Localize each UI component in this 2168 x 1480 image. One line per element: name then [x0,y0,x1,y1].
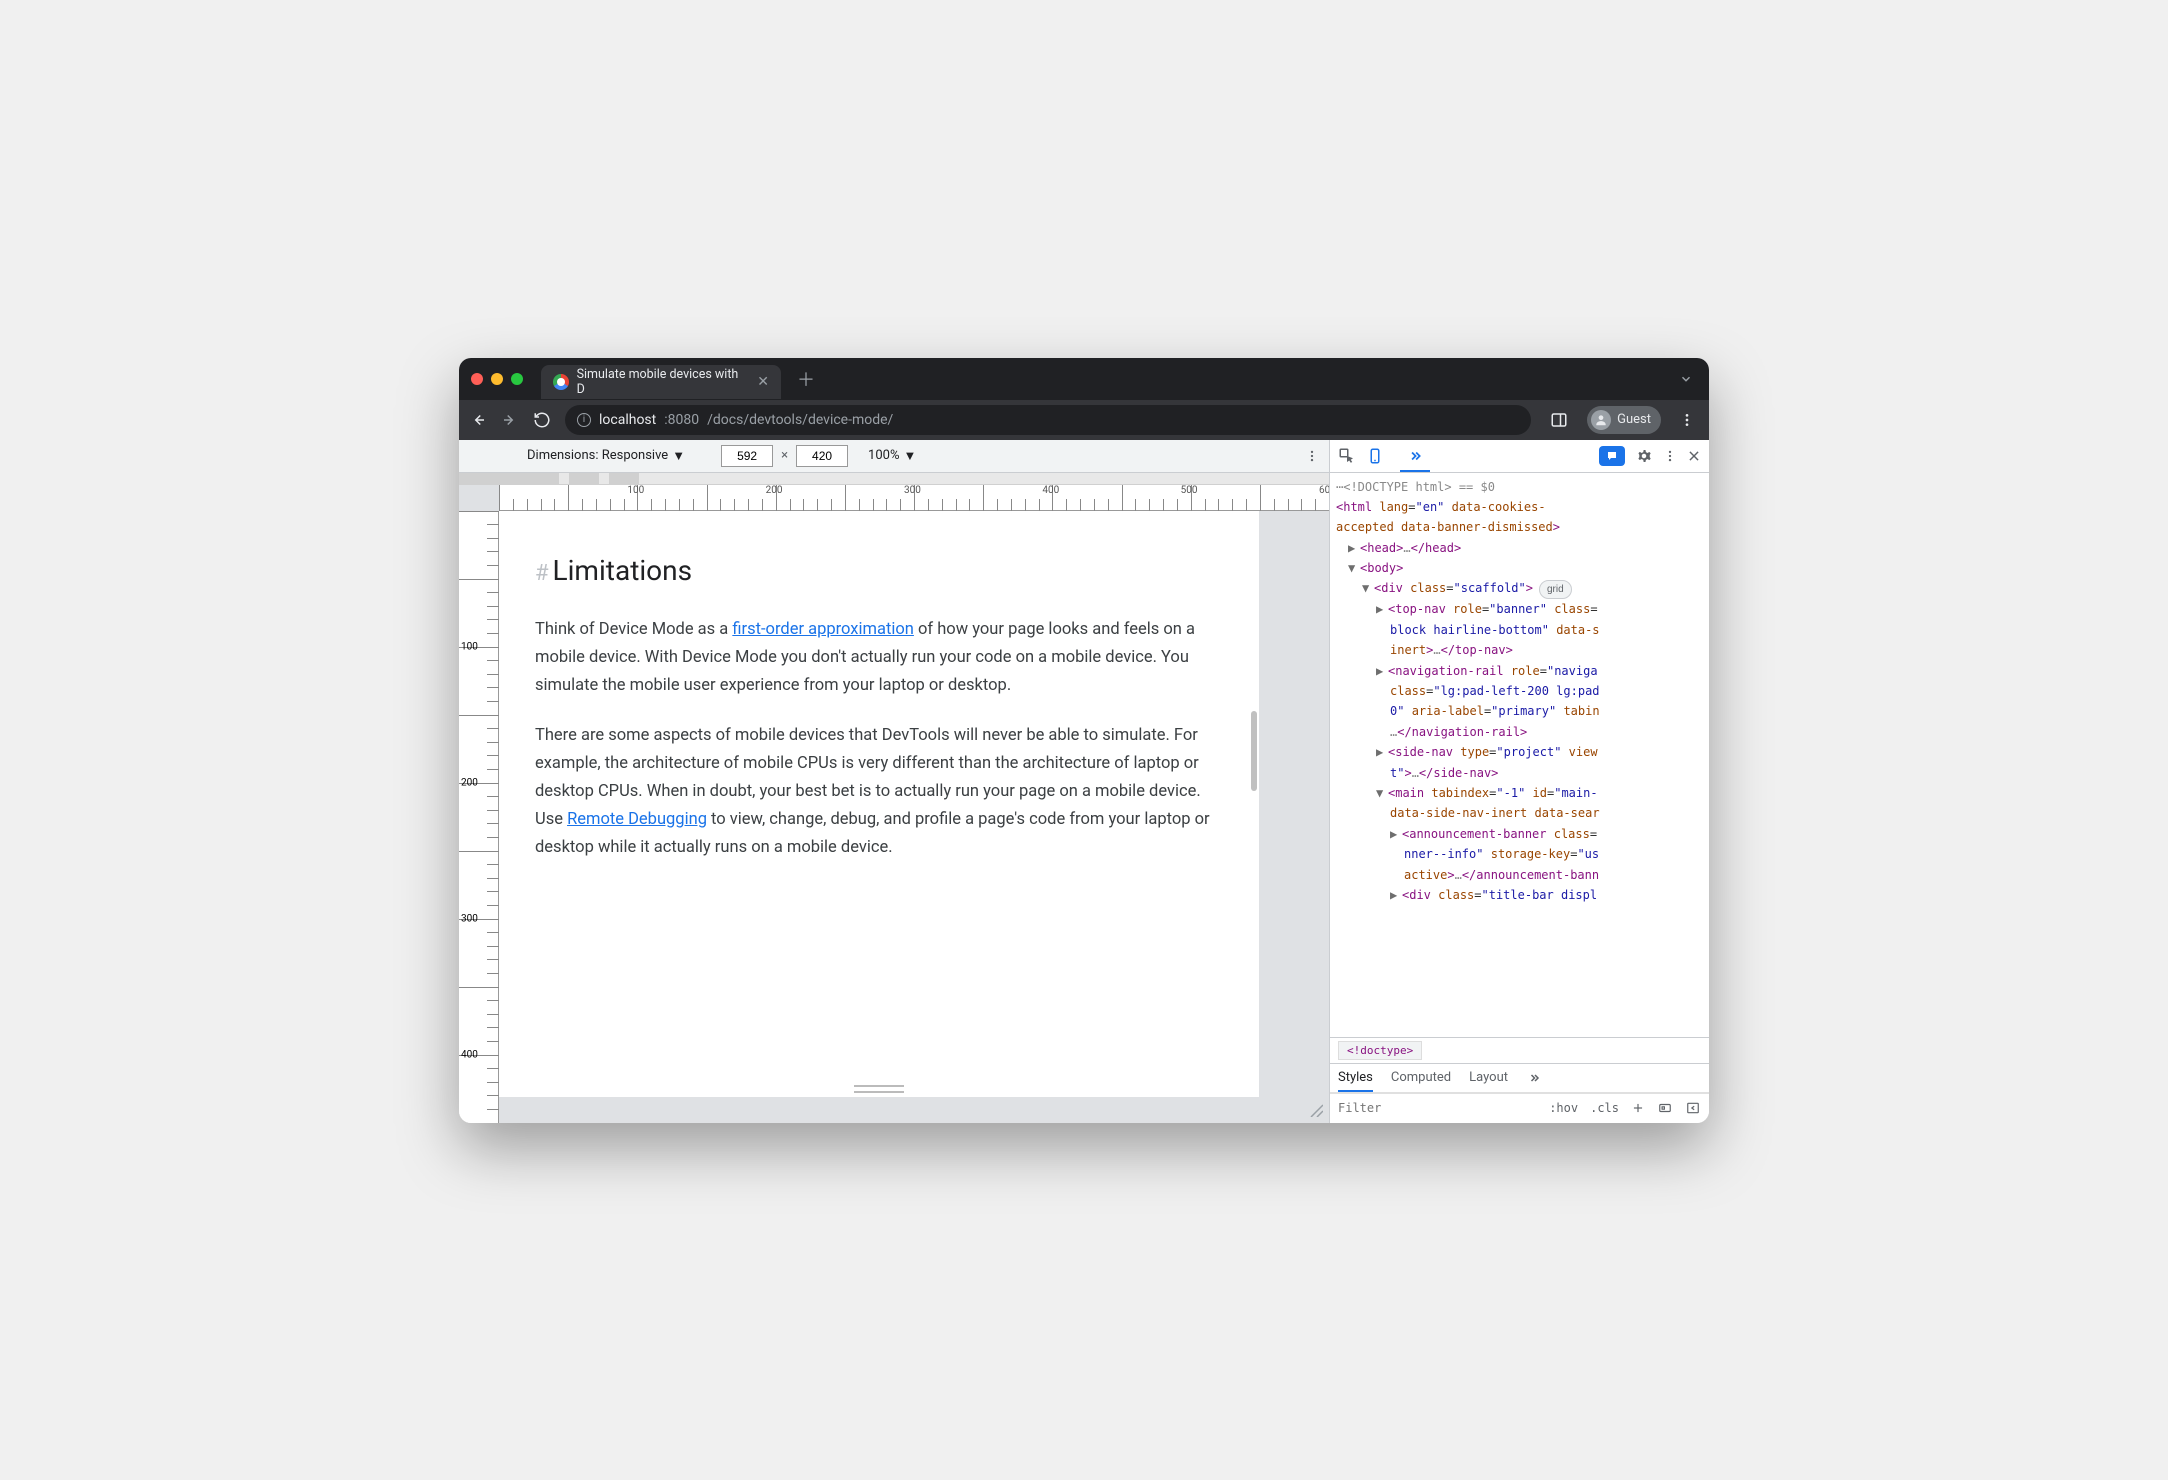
settings-icon[interactable] [1635,447,1653,465]
emulated-page[interactable]: #Limitations Think of Device Mode as a f… [499,511,1259,1097]
devtools-more-tabs[interactable] [1406,449,1424,463]
side-panel-icon[interactable] [1545,406,1573,434]
device-toolbar: Dimensions: Responsive ▼ × 100% ▼ [459,440,1329,473]
devtools-close-icon[interactable] [1687,449,1701,463]
media-query-bar[interactable] [459,473,1329,485]
tab-title: Simulate mobile devices with D [577,367,746,397]
guest-label: Guest [1617,412,1651,427]
devtools-toolbar [1330,440,1709,473]
resize-handle-bottom[interactable] [854,1085,904,1093]
tab-strip: Simulate mobile devices with D ✕ ＋ [459,358,1709,400]
toggle-sidebar-icon[interactable] [1685,1101,1701,1115]
link-remote-debugging[interactable]: Remote Debugging [567,810,707,829]
browser-tab[interactable]: Simulate mobile devices with D ✕ [541,365,781,399]
inspect-element-icon[interactable] [1338,447,1356,465]
close-window-button[interactable] [471,373,483,385]
device-viewport: 100200300400500600 100200300400 #Limitat… [459,485,1329,1123]
browser-menu-button[interactable] [1675,412,1699,428]
profile-button[interactable]: Guest [1587,406,1661,434]
computed-styles-icon[interactable] [1657,1101,1673,1115]
scrollbar[interactable] [1251,711,1257,791]
zoom-dropdown[interactable]: 100% ▼ [868,448,916,464]
browser-window: Simulate mobile devices with D ✕ ＋ i loc… [459,358,1709,1123]
back-button[interactable] [469,411,487,429]
styles-filter-bar: :hov .cls [1330,1093,1709,1123]
address-bar[interactable]: i localhost :8080/docs/devtools/device-mo… [565,405,1531,435]
dimension-separator: × [781,448,788,463]
tab-search-icon[interactable] [1679,372,1693,386]
styles-tab-strip: Styles Computed Layout [1330,1063,1709,1093]
maximize-window-button[interactable] [511,373,523,385]
device-toggle-icon[interactable] [1366,447,1384,465]
device-mode-pane: Dimensions: Responsive ▼ × 100% ▼ [459,440,1329,1123]
tab-computed[interactable]: Computed [1391,1070,1451,1085]
chevron-down-icon: ▼ [903,448,916,464]
page-heading: #Limitations [535,547,1223,595]
new-tab-button[interactable]: ＋ [797,366,815,392]
tab-layout[interactable]: Layout [1469,1070,1508,1085]
link-first-order[interactable]: first-order approximation [732,620,914,639]
url-path: /docs/devtools/device-mode/ [707,412,893,428]
cls-toggle[interactable]: .cls [1590,1101,1619,1115]
ruler-vertical: 100200300400 [459,511,499,1123]
resize-handle-corner[interactable] [1307,1101,1323,1117]
close-tab-icon[interactable]: ✕ [757,374,769,390]
forward-button[interactable] [501,411,519,429]
styles-more-tabs[interactable] [1526,1072,1542,1084]
breadcrumb-item[interactable]: <!doctype> [1338,1041,1422,1060]
issues-icon[interactable] [1599,446,1625,466]
height-input[interactable] [796,445,848,467]
url-host: localhost [599,412,656,428]
ruler-horizontal: 100200300400500600 [499,485,1329,511]
styles-filter-input[interactable] [1338,1101,1491,1115]
hov-toggle[interactable]: :hov [1549,1101,1578,1115]
toolbar: i localhost :8080/docs/devtools/device-mo… [459,400,1709,440]
site-info-icon[interactable]: i [577,413,591,427]
window-controls [471,373,523,385]
device-toolbar-menu[interactable] [1305,449,1319,463]
tab-styles[interactable]: Styles [1338,1070,1373,1085]
devtools-menu-icon[interactable] [1663,449,1677,463]
url-port: :8080 [664,412,699,428]
devtools-pane: ⋯<!DOCTYPE html> == $0 <html lang="en" d… [1329,440,1709,1123]
dimensions-dropdown[interactable]: Dimensions: Responsive ▼ [527,448,685,464]
elements-panel[interactable]: ⋯<!DOCTYPE html> == $0 <html lang="en" d… [1330,473,1709,1037]
reload-button[interactable] [533,411,551,429]
minimize-window-button[interactable] [491,373,503,385]
avatar-icon [1591,410,1611,430]
chevron-down-icon: ▼ [672,448,685,464]
chrome-icon [553,374,569,390]
width-input[interactable] [721,445,773,467]
paragraph: Think of Device Mode as a first-order ap… [535,616,1223,700]
new-style-rule-icon[interactable] [1631,1101,1645,1115]
dom-breadcrumb[interactable]: <!doctype> [1330,1037,1709,1063]
paragraph: There are some aspects of mobile devices… [535,722,1223,862]
